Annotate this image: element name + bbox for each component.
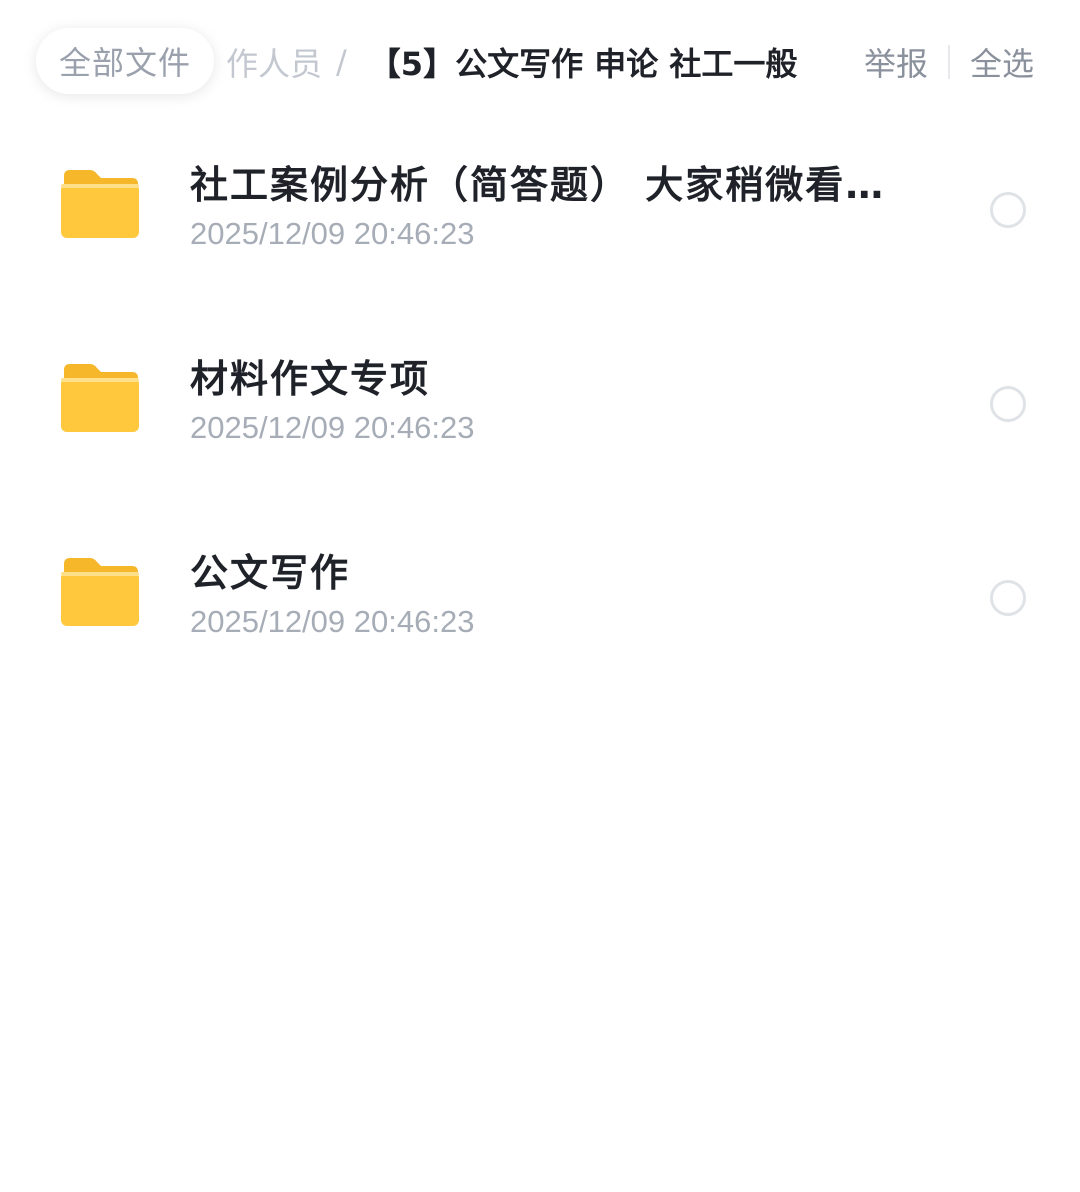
select-radio[interactable]	[990, 386, 1026, 422]
folder-name: 公文写作	[190, 551, 351, 595]
all-files-button[interactable]: 全部文件	[36, 28, 214, 94]
action-divider	[947, 45, 950, 79]
breadcrumb-item-current: 【5】公文写作 申论 社工一般	[368, 45, 798, 83]
select-all-button[interactable]: 全选	[970, 39, 1034, 85]
folder-icon	[61, 170, 139, 238]
folder-name: 社工案例分析（简答题） 大家稍微看几…	[190, 163, 920, 207]
folder-timestamp: 2025/12/09 20:46:23	[190, 216, 475, 251]
top-actions: 举报 全选	[864, 38, 1034, 86]
top-bar: 全部文件 作人员 / 【5】公文写作 申论 社工一般 举报 全选	[0, 0, 1080, 124]
folder-row[interactable]: 材料作文专项 2025/12/09 20:46:23	[0, 308, 1080, 502]
folder-icon	[61, 558, 139, 626]
select-radio[interactable]	[990, 192, 1026, 228]
folder-timestamp: 2025/12/09 20:46:23	[190, 410, 475, 445]
folder-icon	[61, 364, 139, 432]
folder-row[interactable]: 公文写作 2025/12/09 20:46:23	[0, 502, 1080, 696]
select-radio[interactable]	[990, 580, 1026, 616]
folder-timestamp: 2025/12/09 20:46:23	[190, 604, 475, 639]
breadcrumb-separator: /	[336, 43, 347, 81]
breadcrumb-item-parent[interactable]: 作人员	[226, 39, 322, 85]
folder-name: 材料作文专项	[190, 357, 431, 401]
report-button[interactable]: 举报	[864, 39, 928, 85]
breadcrumb: 作人员 / 【5】公文写作 申论 社工一般	[226, 38, 826, 86]
file-list: 社工案例分析（简答题） 大家稍微看几… 2025/12/09 20:46:23 …	[0, 114, 1080, 696]
folder-row[interactable]: 社工案例分析（简答题） 大家稍微看几… 2025/12/09 20:46:23	[0, 114, 1080, 308]
